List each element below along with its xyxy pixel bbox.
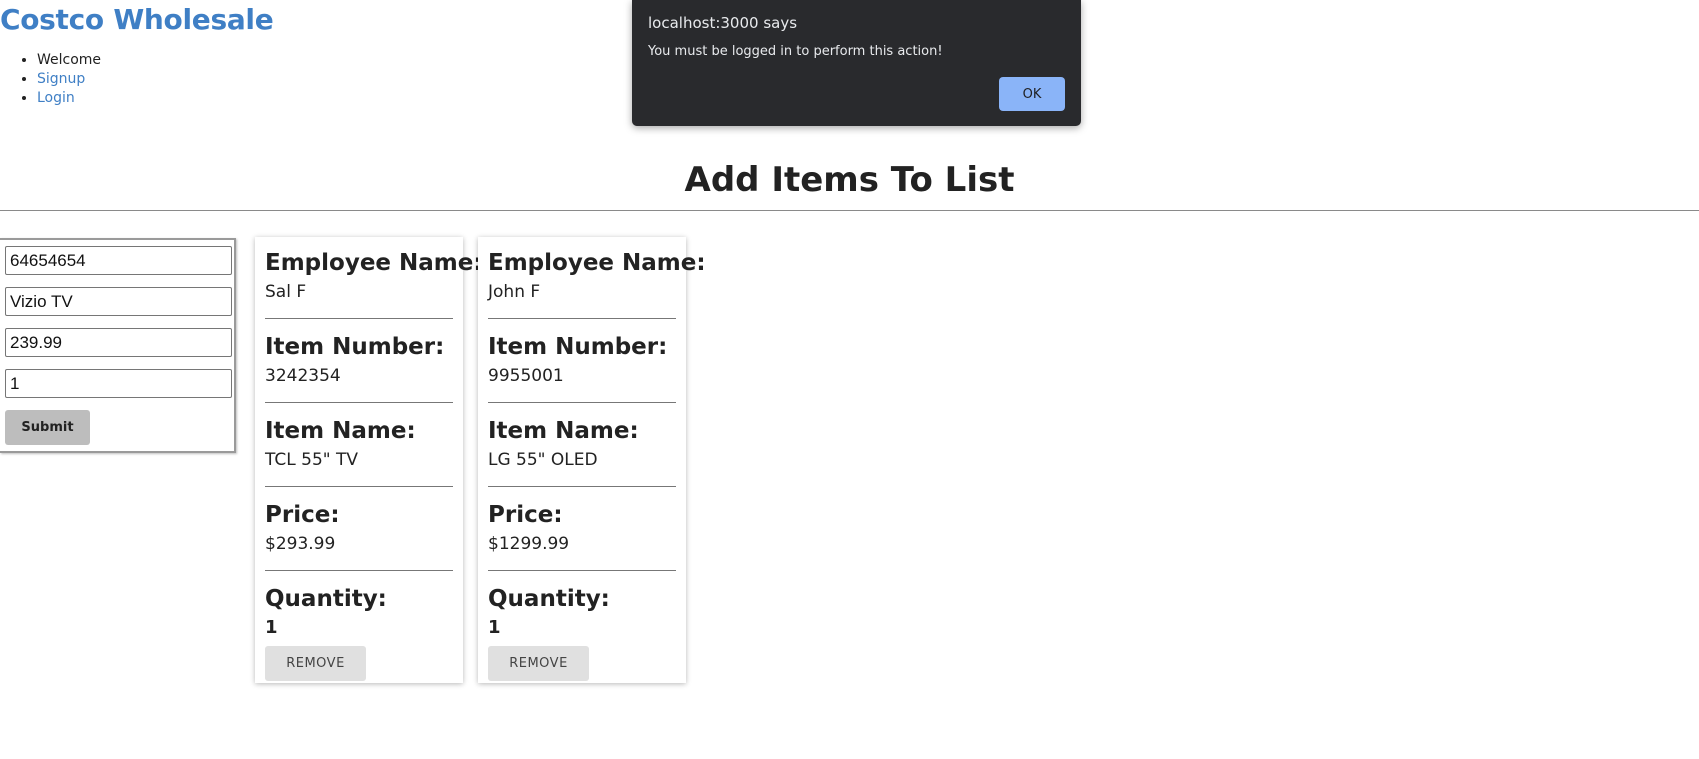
item-number-label: Item Number: xyxy=(488,334,668,360)
add-item-form: Submit xyxy=(0,238,236,453)
quantity-value: 1 xyxy=(265,617,278,638)
quantity-label: Quantity: xyxy=(265,586,387,612)
card-divider xyxy=(488,402,676,403)
employee-name-value: Sal F xyxy=(265,282,307,302)
card-divider xyxy=(488,486,676,487)
dialog-message: You must be logged in to perform this ac… xyxy=(648,44,943,59)
employee-name-label: Employee Name: xyxy=(488,250,706,276)
title-divider xyxy=(0,210,1699,211)
price-label: Price: xyxy=(265,502,340,528)
item-card: Employee Name: Sal F Item Number: 324235… xyxy=(255,237,483,683)
price-input[interactable] xyxy=(5,328,232,357)
dialog-title: localhost:3000 says xyxy=(648,14,798,32)
quantity-value: 1 xyxy=(488,617,501,638)
remove-button[interactable]: REMOVE xyxy=(488,646,589,681)
employee-name-label: Employee Name: xyxy=(265,250,483,276)
submit-button[interactable]: Submit xyxy=(5,410,90,445)
quantity-label: Quantity: xyxy=(488,586,610,612)
brand-link[interactable]: Costco Wholesale xyxy=(0,3,274,36)
card-divider xyxy=(488,318,676,319)
item-card: Employee Name: John F Item Number: 99550… xyxy=(478,237,706,683)
card-divider xyxy=(265,402,453,403)
item-name-label: Item Name: xyxy=(488,418,639,444)
page-title: Add Items To List xyxy=(684,160,1015,200)
nav-item-signup: Signup xyxy=(37,70,101,89)
price-value: $1299.99 xyxy=(488,534,570,554)
price-label: Price: xyxy=(488,502,563,528)
remove-button[interactable]: REMOVE xyxy=(265,646,366,681)
login-link[interactable]: Login xyxy=(37,90,75,106)
item-number-value: 3242354 xyxy=(265,366,341,386)
item-name-input[interactable] xyxy=(5,287,232,316)
main-nav: Welcome Signup Login xyxy=(0,51,101,108)
card-divider xyxy=(265,570,453,571)
card-divider xyxy=(265,486,453,487)
signup-link[interactable]: Signup xyxy=(37,71,85,87)
ok-button[interactable]: OK xyxy=(999,77,1065,111)
item-number-input[interactable] xyxy=(5,246,232,275)
card-divider xyxy=(488,570,676,571)
item-name-label: Item Name: xyxy=(265,418,416,444)
card-divider xyxy=(265,318,453,319)
item-number-value: 9955001 xyxy=(488,366,564,386)
item-name-value: LG 55" OLED xyxy=(488,450,598,470)
nav-item-login: Login xyxy=(37,89,101,108)
nav-item-welcome: Welcome xyxy=(37,51,101,70)
item-name-value: TCL 55" TV xyxy=(265,450,359,470)
alert-dialog: localhost:3000 says You must be logged i… xyxy=(632,0,1081,126)
price-value: $293.99 xyxy=(265,534,336,554)
quantity-input[interactable] xyxy=(5,369,232,398)
employee-name-value: John F xyxy=(488,282,541,302)
item-number-label: Item Number: xyxy=(265,334,445,360)
